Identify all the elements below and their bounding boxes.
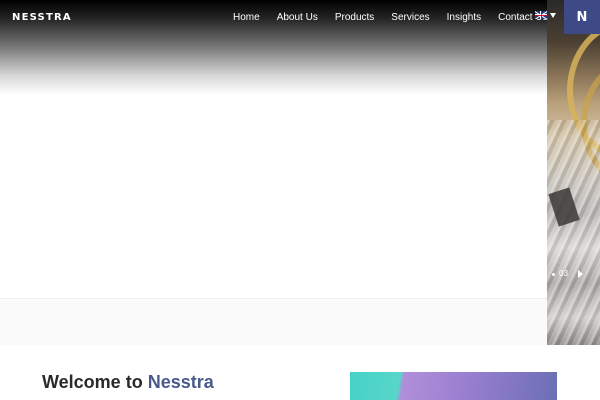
hero-banner: 03 <box>0 0 600 345</box>
nav-insights[interactable]: Insights <box>447 12 481 23</box>
chevron-down-icon <box>550 12 556 18</box>
hero-slide-image <box>547 0 600 345</box>
promo-image <box>350 372 557 400</box>
slider-dot[interactable] <box>552 273 555 276</box>
chevron-right-icon[interactable] <box>578 270 583 278</box>
brand-badge-label: N <box>576 9 588 25</box>
welcome-prefix: Welcome to <box>42 372 148 392</box>
welcome-heading: Welcome to Nesstra <box>42 372 214 393</box>
nav-home[interactable]: Home <box>233 12 260 23</box>
page: 03 NESSTRA Home About Us Products Servic… <box>0 0 600 400</box>
nav-services[interactable]: Services <box>391 12 429 23</box>
uk-flag-icon <box>535 11 547 19</box>
brand-badge-button[interactable]: N <box>564 0 600 34</box>
welcome-brand: Nesstra <box>147 372 214 392</box>
nav-products[interactable]: Products <box>335 12 374 23</box>
main-nav: Home About Us Products Services Insights… <box>233 12 548 23</box>
nav-about-us[interactable]: About Us <box>277 12 318 23</box>
language-selector[interactable] <box>535 11 556 19</box>
slide-number: 03 <box>559 269 569 278</box>
site-logo[interactable]: NESSTRA <box>12 12 72 23</box>
hero-bottom-band <box>0 298 547 345</box>
site-header: NESSTRA Home About Us Products Services … <box>0 0 600 36</box>
photo-texture <box>547 120 600 345</box>
